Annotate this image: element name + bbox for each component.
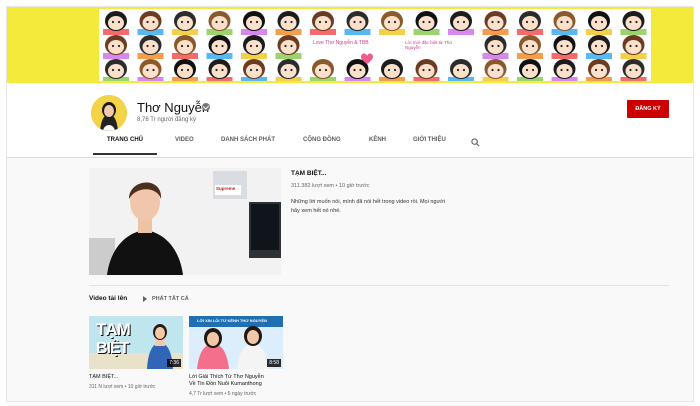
featured-video-thumbnail[interactable]: Supreme <box>89 168 281 275</box>
featured-description-line-2: hãy xem hết nó nhé. <box>291 208 341 214</box>
uploads-section-title[interactable]: Video tải lên <box>89 295 127 302</box>
featured-description-line-1: Những lời muốn nói, mình đã nói hết tron… <box>291 199 445 205</box>
cartoon-face <box>620 11 647 35</box>
banner-cartoon-faces <box>103 11 647 81</box>
cartoon-face <box>379 11 405 35</box>
thumbnail-title-top: TẠM <box>96 320 131 339</box>
video-title[interactable]: Lời Giải Thích Từ Thơ Nguyễn Về Tin Đồn … <box>189 374 283 388</box>
featured-video-meta: 311.382 lượt xem • 10 giờ trước <box>291 183 370 189</box>
cartoon-face <box>551 11 578 35</box>
cartoon-face <box>413 59 440 81</box>
cartoon-face <box>620 35 647 59</box>
avatar-portrait <box>91 95 127 131</box>
featured-video-description: Những lời muốn nói, mình đã nói hết tron… <box>291 198 481 216</box>
cartoon-face <box>448 11 474 35</box>
video-duration: 7:36 <box>167 359 181 367</box>
cartoon-face <box>586 35 612 59</box>
cartoon-face <box>103 35 129 59</box>
channel-header: Thơ Nguyễn 8,76 Tr người đăng ký ĐĂNG KÝ… <box>7 83 693 158</box>
tab-playlists[interactable]: DANH SÁCH PHÁT <box>221 137 275 143</box>
video-title-line-1: TẠM BIỆT... <box>89 374 119 380</box>
cartoon-face <box>241 11 267 35</box>
home-content: Supreme TẠM BIỆT... 311.382 lượt xem • 1… <box>7 158 693 401</box>
cartoon-face <box>551 59 578 81</box>
cartoon-face <box>620 59 647 81</box>
cartoon-face <box>275 59 302 81</box>
channel-name: Thơ Nguyễn <box>137 100 210 115</box>
video-title-line-1: Lời Giải Thích Từ Thơ Nguyễn <box>189 374 264 380</box>
subscriber-count: 8,76 Tr người đăng ký <box>137 117 196 123</box>
video-thumbnail[interactable]: LỜI XIN LỖI TỪ KÊNH THƠ NGUYỄN 8:58 <box>189 316 283 369</box>
youtube-channel-page: Love Thơ Nguyễn & TBB Lời mời đặc biệt t… <box>6 6 694 402</box>
cartoon-face <box>103 11 129 35</box>
cartoon-face <box>275 11 302 35</box>
cartoon-face <box>206 11 233 35</box>
cartoon-face <box>379 59 405 81</box>
cartoon-face <box>586 59 612 81</box>
video-meta: 311 N lượt xem • 10 giờ trước <box>89 384 156 390</box>
cartoon-face <box>275 35 302 59</box>
section-divider <box>89 285 669 286</box>
cartoon-face <box>103 59 129 81</box>
cartoon-face <box>413 11 440 35</box>
cartoon-face <box>137 59 164 81</box>
play-icon <box>143 296 147 302</box>
cartoon-face <box>448 59 474 81</box>
tab-about[interactable]: GIỚI THIỆU <box>413 137 446 143</box>
channel-avatar[interactable] <box>91 95 127 131</box>
video-title-line-2: Về Tin Đồn Nuôi Kumanthong <box>189 381 262 387</box>
video-thumbnail[interactable]: TẠM BIỆT 7:36 <box>89 316 183 369</box>
search-icon[interactable] <box>471 138 480 147</box>
active-tab-indicator <box>93 153 157 155</box>
cartoon-face <box>482 35 509 59</box>
cartoon-face <box>241 59 267 81</box>
video-meta: 4,7 Tr lượt xem • 5 ngày trước <box>189 391 257 397</box>
cartoon-face <box>344 11 371 35</box>
play-all-button[interactable]: PHÁT TẤT CẢ <box>143 296 189 302</box>
cartoon-face <box>310 59 336 81</box>
tab-home[interactable]: TRANG CHỦ <box>107 137 143 143</box>
video-card[interactable]: LỜI XIN LỖI TỪ KÊNH THƠ NGUYỄN 8:58 Lời … <box>189 316 283 397</box>
thumbnail-banner-text: LỜI XIN LỖI TỪ KÊNH THƠ NGUYỄN <box>197 318 267 323</box>
cartoon-face <box>137 11 164 35</box>
cartoon-face <box>172 35 198 59</box>
play-all-label: PHÁT TẤT CẢ <box>152 296 189 302</box>
tab-community[interactable]: CỘNG ĐỒNG <box>303 137 341 143</box>
banner-caption-right: Lời mời đặc biệt từ Thơ Nguyễn <box>405 40 453 50</box>
cartoon-face <box>137 35 164 59</box>
tab-videos[interactable]: VIDEO <box>175 137 194 143</box>
banner-caption-left: Love Thơ Nguyễn & TBB <box>313 40 369 46</box>
cartoon-face <box>517 11 543 35</box>
video-card[interactable]: TẠM BIỆT 7:36 TẠM BIỆT... 311 N lượt xem… <box>89 316 183 390</box>
cartoon-face <box>517 59 543 81</box>
thumbnail-title-bottom: BIỆT <box>96 340 129 357</box>
channel-banner: Love Thơ Nguyễn & TBB Lời mời đặc biệt t… <box>7 7 693 83</box>
subscribe-button[interactable]: ĐĂNG KÝ <box>627 100 669 118</box>
cartoon-face <box>241 35 267 59</box>
featured-video-title[interactable]: TẠM BIỆT... <box>291 170 326 177</box>
cartoon-face <box>172 59 198 81</box>
cartoon-face <box>206 35 233 59</box>
verified-icon <box>202 103 210 111</box>
featured-video-scene <box>89 168 281 275</box>
cartoon-face <box>310 11 336 35</box>
cartoon-face <box>206 59 233 81</box>
cartoon-face <box>586 11 612 35</box>
video-duration: 8:58 <box>267 359 281 367</box>
cartoon-face <box>517 35 543 59</box>
tab-channels[interactable]: KÊNH <box>369 137 386 143</box>
banner-art: Love Thơ Nguyễn & TBB Lời mời đặc biệt t… <box>99 9 651 81</box>
cartoon-face <box>551 35 578 59</box>
thumbnail-sign-text: Supreme <box>216 186 236 191</box>
cartoon-face <box>482 11 509 35</box>
cartoon-face <box>482 59 509 81</box>
video-title[interactable]: TẠM BIỆT... <box>89 374 183 381</box>
cartoon-face <box>172 11 198 35</box>
